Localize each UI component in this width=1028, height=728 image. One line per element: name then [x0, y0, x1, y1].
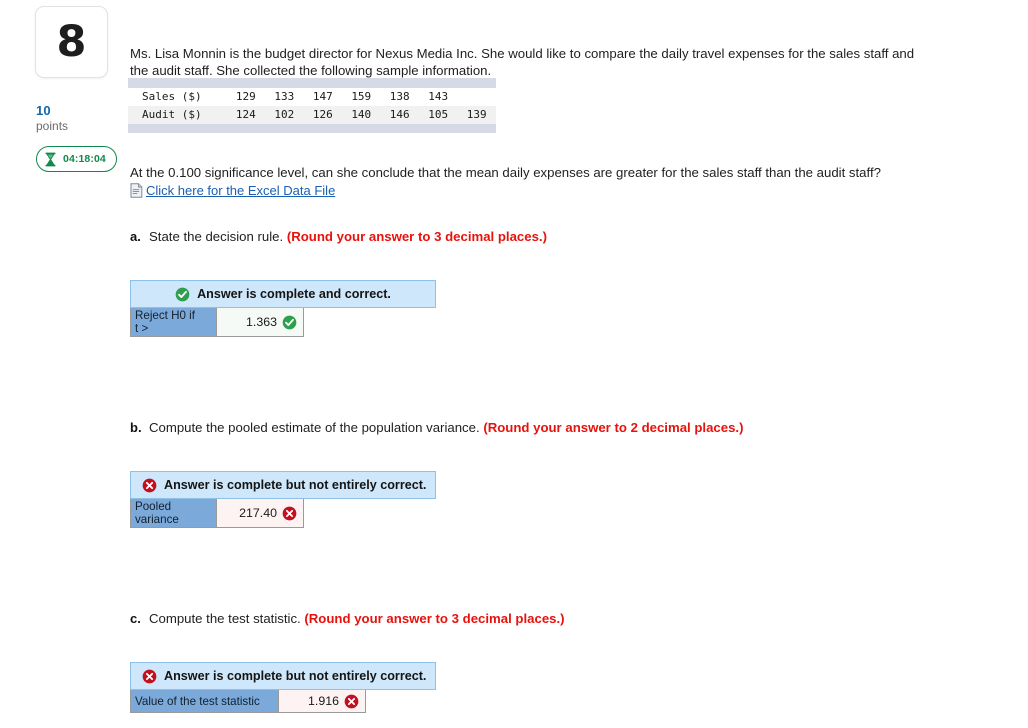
table-cell: 159	[351, 90, 372, 103]
data-table: Sales ($) 129 133 147 159 138 143 Audit ($) 124 1…	[128, 88, 496, 124]
part-c-answer-row: Value of the test statistic 1.916	[130, 690, 366, 713]
table-cell: 126	[312, 108, 333, 121]
part-a-prompt-wrap: State the decision rule. (Round your ans…	[149, 229, 547, 244]
part-a-prompt: State the decision rule.	[149, 229, 287, 244]
x-circle-icon	[142, 669, 157, 684]
part-c-prompt: Compute the test statistic.	[149, 611, 305, 626]
table-cell: 146	[389, 108, 410, 121]
part-c-field-label: Value of the test statistic	[131, 690, 279, 712]
part-b-heading: b. Compute the pooled estimate of the po…	[130, 420, 1008, 435]
table-cell: 124	[235, 108, 256, 121]
part-a-field-label-line2: t >	[135, 322, 149, 335]
part-b-prompt: Compute the pooled estimate of the popul…	[149, 420, 484, 435]
part-c-round-note: (Round your answer to 3 decimal places.)	[304, 611, 565, 626]
part-a-status-banner: Answer is complete and correct.	[130, 280, 436, 308]
part-c: c. Compute the test statistic. (Round yo…	[128, 611, 1008, 713]
part-b-round-note: (Round your answer to 2 decimal places.)	[483, 420, 744, 435]
table-bottom-bar	[128, 124, 496, 133]
check-circle-icon	[175, 287, 190, 302]
check-circle-icon	[282, 315, 297, 330]
part-a-status-text: Answer is complete and correct.	[197, 287, 391, 301]
part-b-field-label-line1: Pooled	[135, 500, 172, 513]
part-a-field-label-line1: Reject H0 if	[135, 309, 195, 322]
part-b-prompt-wrap: Compute the pooled estimate of the popul…	[149, 420, 743, 435]
table-cell: 140	[351, 108, 372, 121]
table-cell: 133	[274, 90, 295, 103]
sample-data-table: Sales ($) 129 133 147 159 138 143 Audit ($) 124 1…	[128, 78, 496, 133]
part-b-answer-block: Answer is complete but not entirely corr…	[130, 471, 1008, 528]
question-number: 8	[56, 16, 87, 67]
part-b-answer-input[interactable]: 217.40	[217, 499, 303, 527]
part-c-answer-input[interactable]: 1.916	[279, 690, 365, 712]
table-cell: 129	[235, 90, 256, 103]
table-cell: 147	[312, 90, 333, 103]
timer-text: 04:18:04	[63, 153, 106, 165]
part-c-answer-block: Answer is complete but not entirely corr…	[130, 662, 1008, 713]
table-cell: 143	[428, 90, 449, 103]
table-row-label: Audit ($)	[142, 108, 202, 121]
part-b-answer-value: 217.40	[239, 506, 277, 520]
document-icon	[130, 183, 143, 198]
question-body: Ms. Lisa Monnin is the budget director f…	[128, 0, 1028, 728]
table-cell: 139	[466, 108, 487, 121]
part-b: b. Compute the pooled estimate of the po…	[128, 420, 1008, 528]
part-c-field-label-line1: Value of the test statistic	[135, 694, 260, 708]
part-a-answer-value: 1.363	[245, 315, 277, 329]
significance-question: At the 0.100 significance level, can she…	[130, 165, 881, 181]
part-a-heading: a. State the decision rule. (Round your …	[130, 229, 1008, 244]
table-row: Sales ($) 129 133 147 159 138 143	[128, 88, 496, 106]
x-circle-icon	[282, 506, 297, 521]
table-cell: 138	[389, 90, 410, 103]
part-a-letter: a.	[130, 229, 141, 244]
part-c-prompt-wrap: Compute the test statistic. (Round your …	[149, 611, 565, 626]
part-c-heading: c. Compute the test statistic. (Round yo…	[130, 611, 1008, 626]
left-rail: 8 10 points 04:18:04	[0, 0, 128, 728]
table-row-label: Sales ($)	[142, 90, 202, 103]
intro-paragraph: Ms. Lisa Monnin is the budget director f…	[130, 46, 915, 79]
x-circle-icon	[344, 694, 359, 709]
points-label: points	[36, 119, 69, 133]
part-a-answer-input[interactable]: 1.363	[217, 308, 303, 336]
part-b-status-text: Answer is complete but not entirely corr…	[164, 478, 427, 492]
table-row: Audit ($) 124 102 126 140 146 105 139	[128, 106, 496, 124]
part-a-answer-block: Answer is complete and correct. Reject H…	[130, 280, 1008, 337]
part-c-answer-value: 1.916	[307, 694, 339, 708]
points-value: 10	[36, 103, 51, 118]
part-a: a. State the decision rule. (Round your …	[128, 229, 1008, 337]
part-c-letter: c.	[130, 611, 141, 626]
part-a-field-label: Reject H0 if t >	[131, 308, 217, 336]
part-a-round-note: (Round your answer to 3 decimal places.)	[286, 229, 547, 244]
part-b-letter: b.	[130, 420, 142, 435]
table-top-bar	[128, 78, 496, 88]
excel-data-file-link[interactable]: Click here for the Excel Data File	[130, 183, 335, 198]
part-b-status-banner: Answer is complete but not entirely corr…	[130, 471, 436, 499]
x-circle-icon	[142, 478, 157, 493]
part-b-answer-row: Pooled variance 217.40	[130, 499, 304, 528]
part-c-status-banner: Answer is complete but not entirely corr…	[130, 662, 436, 690]
hourglass-icon	[44, 152, 57, 167]
part-b-field-label: Pooled variance	[131, 499, 217, 527]
table-cell	[457, 88, 496, 106]
timer-badge: 04:18:04	[36, 146, 117, 172]
excel-link-text[interactable]: Click here for the Excel Data File	[146, 183, 335, 198]
part-a-answer-row: Reject H0 if t > 1.363	[130, 308, 304, 337]
part-c-status-text: Answer is complete but not entirely corr…	[164, 669, 427, 683]
part-b-field-label-line2: variance	[135, 513, 179, 526]
question-number-box: 8	[35, 6, 108, 78]
table-cell: 102	[274, 108, 295, 121]
table-cell: 105	[428, 108, 449, 121]
